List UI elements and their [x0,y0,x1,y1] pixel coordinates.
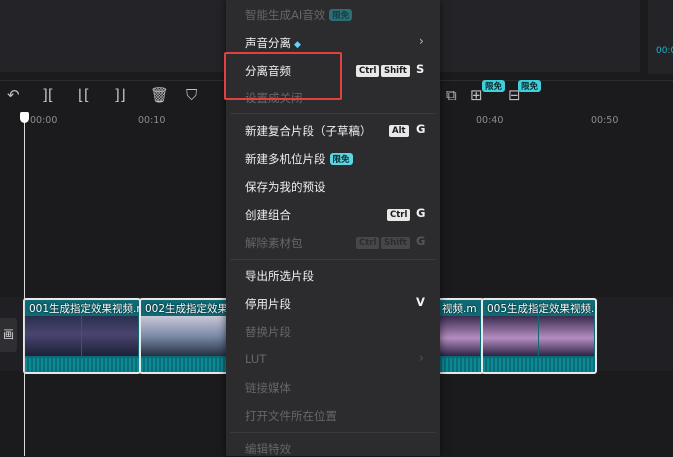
crop-icon[interactable]: ⧉ [446,86,457,104]
menu-item-label: 打开文件所在位置 [245,409,337,423]
menu-item-label: 智能生成AI音效 [245,8,326,22]
clip-title: 001生成指定效果视频.m [29,303,141,315]
shortcut-key: G [416,122,426,136]
menu-item-ungroup-material[interactable]: 解除素材包 [245,235,303,251]
menu-item-ai-sound[interactable]: 智能生成AI音效 限免 [245,7,353,23]
menu-item-create-group[interactable]: 创建组合 [245,207,291,223]
freeze-icon[interactable]: ⊞ [470,86,483,104]
free-badge: 限免 [329,9,353,21]
menu-item-label: 停用片段 [245,297,291,311]
shortcut-key: S [416,62,425,76]
delete-icon[interactable]: 🗑 [150,86,169,104]
shortcut-key: G [416,234,426,248]
undo-icon[interactable]: ↶ [7,86,20,104]
clip-thumbnail [25,316,81,356]
menu-item-new-multicam-clip[interactable]: 新建多机位片段 限免 [245,151,353,167]
audio-waveform [483,358,595,372]
clip-thumbnail [438,316,480,356]
menu-item-replace-clip[interactable]: 替换片段 [245,324,291,340]
audio-waveform [438,358,482,372]
menu-item-label: 替换片段 [245,325,291,339]
shortcut-ctrl: Ctrl [356,237,380,249]
clip-thumbnail [141,316,229,356]
menu-item-label: LUT [245,352,267,366]
split-left-icon[interactable]: ⌊[ [78,86,90,104]
menu-divider [230,259,436,260]
menu-item-label: 创建组合 [245,208,291,222]
ruler-tick: 00:40 [476,115,504,126]
shortcut-shift: Shift [381,65,410,77]
free-badge: 限免 [518,80,542,92]
diamond-icon: ◆ [294,40,301,50]
shortcut-alt: Alt [389,125,409,137]
menu-divider [230,432,436,433]
clip-thumbnail [539,316,594,356]
audio-waveform [141,358,231,372]
shortcut-ctrl: Ctrl [387,209,411,221]
playhead[interactable] [24,118,25,456]
menu-item-edit-effects[interactable]: 编辑特效 [245,441,291,457]
ruler-tick: 00:50 [591,115,619,126]
right-panel [648,0,673,74]
menu-item-label: 新建复合片段（子草稿） [245,124,372,138]
menu-item-label: 导出所选片段 [245,269,314,283]
track-label: 画 [0,318,17,352]
ruler-tick: 00:10 [138,115,166,126]
ruler-tick: 00:00 [30,115,58,126]
clip-title: 002生成指定效果 [145,303,229,315]
split-right-icon[interactable]: ]⌋ [114,86,126,104]
menu-item-label: 保存为我的预设 [245,180,326,194]
menu-item-open-file-location[interactable]: 打开文件所在位置 [245,408,337,424]
free-badge: 限免 [329,153,353,165]
split-icon[interactable]: ][ [42,86,54,104]
clip-title: 005生成指定效果视频.m [487,303,597,315]
video-clip[interactable]: 视频.m [436,298,484,374]
chevron-right-icon: › [419,34,424,48]
menu-item-lut[interactable]: LUT [245,352,266,366]
video-clip[interactable]: 005生成指定效果视频.m [481,298,597,374]
player-panel [438,0,640,72]
clip-title: 视频.m [442,303,477,315]
chevron-right-icon: › [419,351,424,365]
menu-divider [230,113,436,114]
menu-item-label: 链接媒体 [245,381,291,395]
clip-thumbnail [82,316,138,356]
clip-thumbnail [483,316,538,356]
menu-item-label: 声音分离 [245,36,291,50]
menu-item-link-media[interactable]: 链接媒体 [245,380,291,396]
menu-item-label: 解除素材包 [245,236,303,250]
menu-item-voice-separation[interactable]: 声音分离 ◆ [245,35,301,51]
shortcut-shift: Shift [381,237,410,249]
menu-item-new-compound-clip[interactable]: 新建复合片段（子草稿） [245,123,372,139]
video-clip[interactable]: 001生成指定效果视频.m [23,298,141,374]
shortcut-key: G [416,206,426,220]
menu-item-disable-clip[interactable]: 停用片段 [245,296,291,312]
shortcut-key: V [416,295,425,309]
free-badge: 限免 [482,80,506,92]
highlight-box [224,52,342,100]
menu-item-export-selected[interactable]: 导出所选片段 [245,268,314,284]
playhead-handle[interactable] [20,112,29,123]
menu-item-label: 编辑特效 [245,442,291,456]
shield-icon[interactable]: ⛉ [186,86,197,104]
audio-waveform [25,358,139,372]
right-timecode: 00:0 [656,46,673,56]
menu-item-label: 新建多机位片段 [245,152,326,166]
video-clip[interactable]: 002生成指定效果 [139,298,233,374]
shortcut-ctrl: Ctrl [356,65,380,77]
preview-panel [0,0,236,72]
menu-item-save-preset[interactable]: 保存为我的预设 [245,179,326,195]
